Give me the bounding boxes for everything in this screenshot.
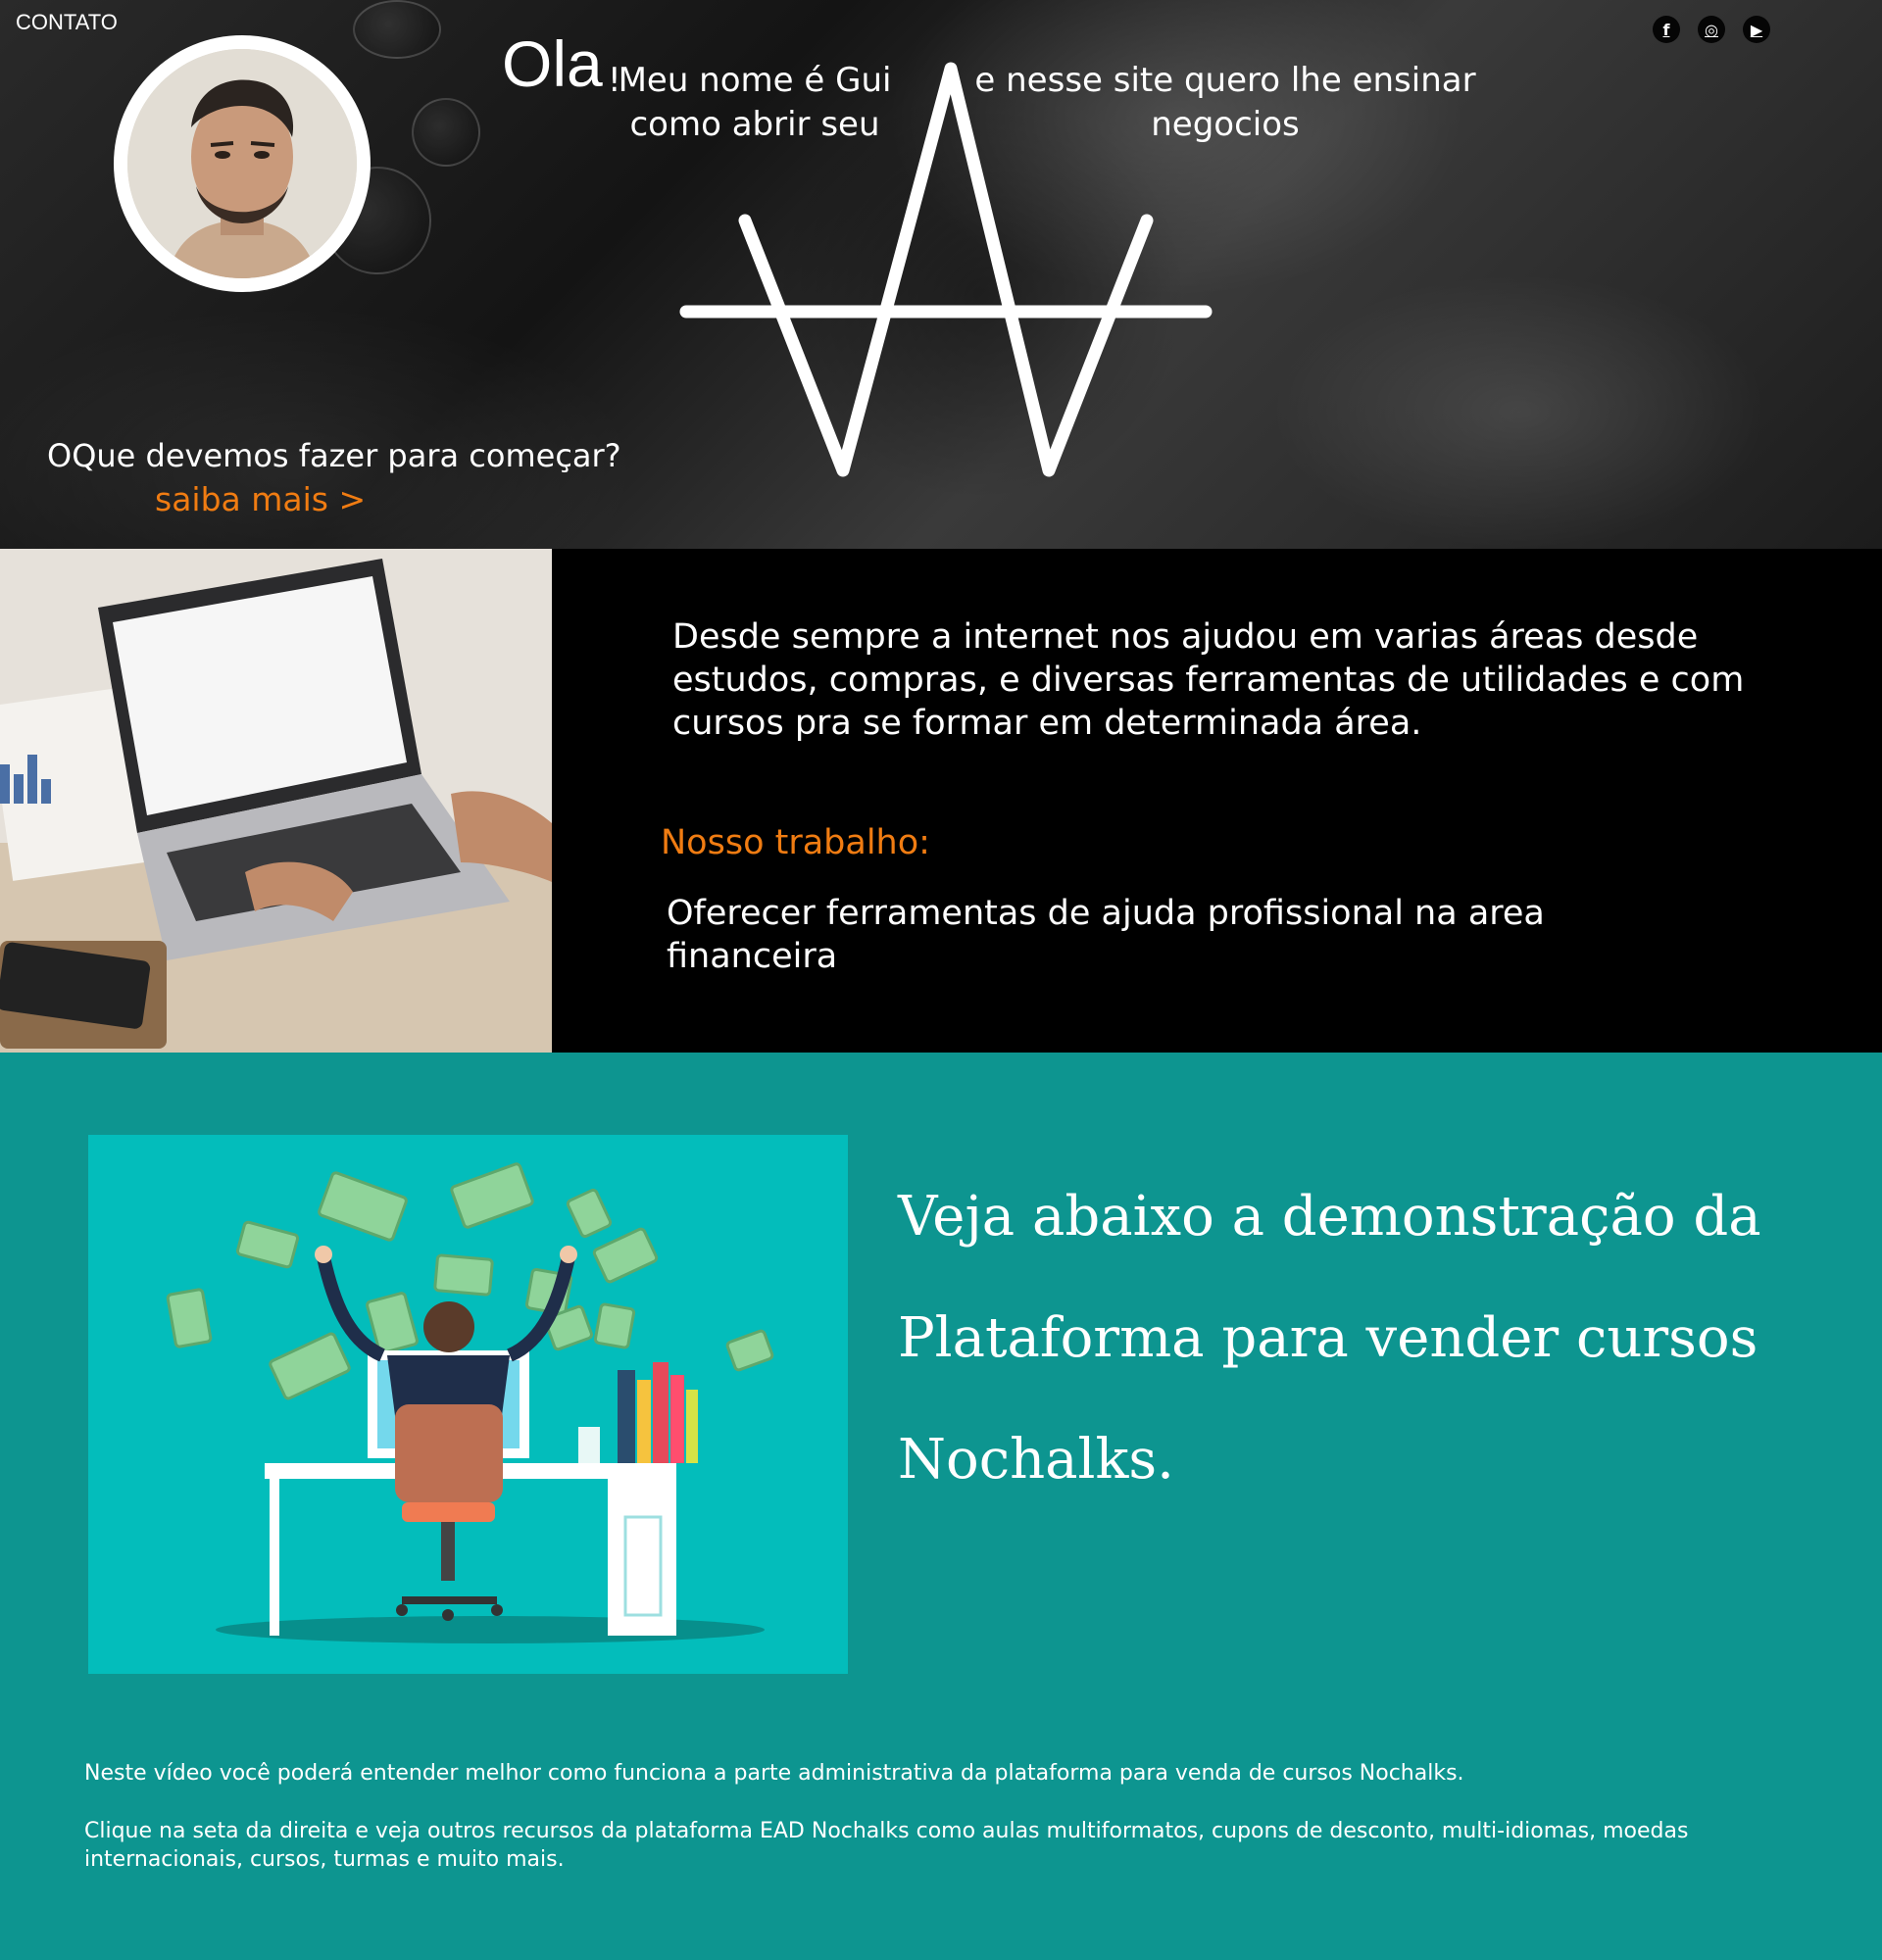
avatar-photo [127,49,357,278]
decorative-bubble [353,0,441,59]
demo-paragraph-2: Clique na seta da direita e veja outros … [84,1819,1689,1872]
instagram-icon[interactable]: ◎ [1698,16,1725,43]
youtube-icon[interactable]: ▶ [1743,16,1770,43]
laptop-photo [0,549,552,1053]
money-illustration [88,1135,848,1674]
intro-description: Desde sempre a internet nos ajudou em va… [672,617,1745,743]
intro-section: Desde sempre a internet nos ajudou em va… [0,549,1882,1053]
decorative-bubble [412,98,480,167]
greeting-ola: Ola [502,27,603,100]
laptop-illustration [0,549,552,1053]
logo-mark [679,62,1213,477]
facebook-icon[interactable]: f [1653,16,1680,43]
avatar [114,35,371,292]
businessman-illustration [88,1135,848,1674]
hero-section: CONTATO f ◎ ▶ Ola ! Meu nome é Gui como … [0,0,1882,549]
contato-link[interactable]: CONTATO [16,10,118,35]
work-title: Nosso trabalho: [661,823,930,862]
portrait-illustration [127,49,357,278]
demo-headline: Veja abaixo a demonstração da Plataforma… [898,1185,1761,1492]
hero-question: OQue devemos fazer para começar? [47,437,621,474]
greeting-exclamation: ! [608,61,621,100]
work-text: Oferecer ferramentas de ajuda profission… [667,894,1545,976]
social-links: f ◎ ▶ [1653,16,1770,43]
demo-paragraph-1: Neste vídeo você poderá entender melhor … [84,1761,1464,1786]
saiba-mais-link[interactable]: saiba mais > [155,480,366,518]
